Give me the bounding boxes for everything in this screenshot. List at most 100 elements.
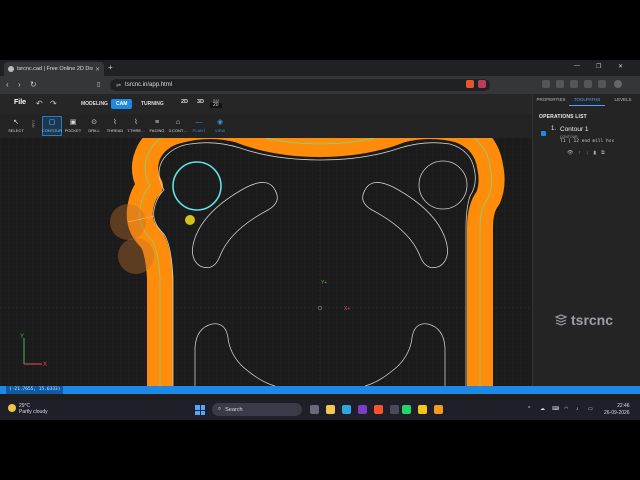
visual-studio-icon[interactable] [358,405,367,414]
brand-text: tsrcnc [571,312,614,328]
tab-levels[interactable]: LEVELS [605,94,640,106]
download-icon[interactable] [598,80,606,88]
tab-properties[interactable]: PROPERTIES [533,94,569,106]
drill-icon: ⊙ [91,119,97,126]
operation-actions: 👁 ↑ ↓ ▮ ⧉ [567,150,605,156]
browser-tab-bar: tsrcnc.cad | Free Online 2D Dra… ✕ + — ❐… [0,60,640,76]
operation-card[interactable]: 1. Contour 1 CONTOUR T1 | 12 end mill hs… [537,124,637,162]
redo-icon[interactable]: ↷ [50,99,57,108]
browser-tab[interactable]: tsrcnc.cad | Free Online 2D Dra… ✕ [4,62,104,76]
operation-number: 1. [551,126,557,132]
weather-widget[interactable]: 29°C Partly cloudy [8,403,48,415]
telegram-icon[interactable] [342,405,351,414]
tray-chevron-icon[interactable]: ^ [528,406,530,412]
operations-list-header: OPERATIONS LIST [539,114,587,120]
whatsapp-icon[interactable] [402,405,411,414]
wifi-icon[interactable]: ◠ [564,406,568,412]
tool-t-thread[interactable]: ⌇ T.THRE… [126,116,146,136]
sidebar-icon[interactable] [556,80,564,88]
tab-toolpaths[interactable]: TOOLPATHS [569,94,605,106]
reload-icon[interactable]: ↻ [30,80,37,89]
extension-icon[interactable] [542,80,550,88]
app-icon[interactable] [390,405,399,414]
url-field[interactable]: ⇌ tsrcnc.in/app.html [110,79,490,91]
drawing-canvas[interactable]: Y+ X+ Y X [0,138,532,386]
tool-view[interactable]: ◉ VIEW [210,116,230,136]
side-panel: PROPERTIES TOOLPATHS LEVELS OPERATIONS L… [532,94,640,386]
favicon-icon [8,66,14,72]
brave-shield-icon[interactable] [466,80,474,88]
brand-logo: tsrcnc [555,312,613,328]
tool-plant[interactable]: — PLANT [189,116,209,136]
tool-label: PLANT [192,128,206,133]
forward-icon[interactable]: › [18,80,21,89]
tool-3d-contour[interactable]: ⌂ 3.CONT… [168,116,188,136]
weather-icon [8,404,16,412]
canvas-svg[interactable]: Y+ X+ Y X [0,138,532,386]
address-bar: ‹ › ↻ ▯ ⇌ tsrcnc.in/app.html [0,76,640,94]
move-up-icon[interactable]: ↑ [578,150,581,156]
app-icon-2[interactable] [418,405,427,414]
view-2d-button[interactable]: 2D [181,99,188,105]
axis-x-label: X [43,362,47,368]
brave-icon[interactable] [374,405,383,414]
search-label: Search [225,406,243,413]
search-icon: ⌕ [218,406,222,412]
volume-icon[interactable]: ♪ [576,406,579,412]
clock-time: 22:46 [617,403,630,409]
task-view-icon[interactable] [310,405,319,414]
undo-icon[interactable]: ↶ [36,99,43,108]
visibility-icon[interactable]: 👁 [567,150,573,156]
tool-label: VIEW [214,128,226,133]
app-icon-3[interactable] [434,405,443,414]
minimize-button[interactable]: — [574,63,580,69]
taskbar-search[interactable]: ⌕ Search [212,403,302,416]
tool-contour[interactable]: ▢ CONTOUR [42,116,62,136]
tool-label: FACING [149,128,165,133]
file-menu[interactable]: File [14,99,26,106]
tab-close-icon[interactable]: ✕ [95,66,100,73]
back-icon[interactable]: ‹ [6,80,9,89]
battery-icon[interactable]: ▭ [588,406,593,412]
tool-thread[interactable]: ⌇ THREAD [105,116,125,136]
file-explorer-icon[interactable] [326,405,335,414]
panel-tabs: PROPERTIES TOOLPATHS LEVELS [533,94,640,106]
maximize-button[interactable]: ❐ [596,63,601,70]
close-window-button[interactable]: ✕ [618,63,623,70]
view-3d-button[interactable]: 3D [197,99,204,105]
operation-checkbox[interactable] [541,131,546,136]
tool-label: T.THRE… [127,128,145,133]
facing-icon: ≡ [154,119,160,126]
mode-turning[interactable]: TURNING [136,99,169,109]
tool-facing[interactable]: ≡ FACING [147,116,167,136]
mode-cam[interactable]: CAM [111,99,133,109]
mode-modeling[interactable]: MODELING [76,99,113,109]
cam-group-label: CAM [31,120,35,128]
brave-rewards-icon[interactable] [478,80,486,88]
clock-date: 26-09-2026 [604,410,630,416]
vpn-icon[interactable] [584,80,592,88]
ghost-tool-2 [118,238,154,274]
weather-desc: Partly cloudy [19,409,48,415]
sm-control[interactable]: SM 20 [210,98,222,108]
site-settings-icon[interactable]: ⇌ [116,82,121,89]
tool-drill[interactable]: ⊙ DRILL [84,116,104,136]
tab-title: tsrcnc.cad | Free Online 2D Dra… [17,66,93,72]
logo-icon [555,314,567,326]
tool-pocket[interactable]: ▣ POCKET [63,116,83,136]
delete-icon[interactable]: ▮ [593,150,596,156]
wallet-icon[interactable] [570,80,578,88]
operation-name: Contour 1 [560,126,589,133]
cloud-icon[interactable]: ☁ [540,406,545,412]
language-icon[interactable]: ⌨ [552,406,559,412]
clock[interactable]: 22:46 26-09-2026 [604,403,630,417]
bookmark-icon[interactable]: ▯ [97,81,100,88]
move-down-icon[interactable]: ↓ [586,150,589,156]
url-text: tsrcnc.in/app.html [125,82,173,88]
gcode-icon[interactable]: ⧉ [601,150,605,156]
new-tab-button[interactable]: + [108,63,113,72]
start-button[interactable] [195,405,205,415]
3d-contour-icon: ⌂ [175,119,181,126]
tool-select[interactable]: ↖ SELECT [6,116,26,136]
menu-icon[interactable] [614,80,622,88]
